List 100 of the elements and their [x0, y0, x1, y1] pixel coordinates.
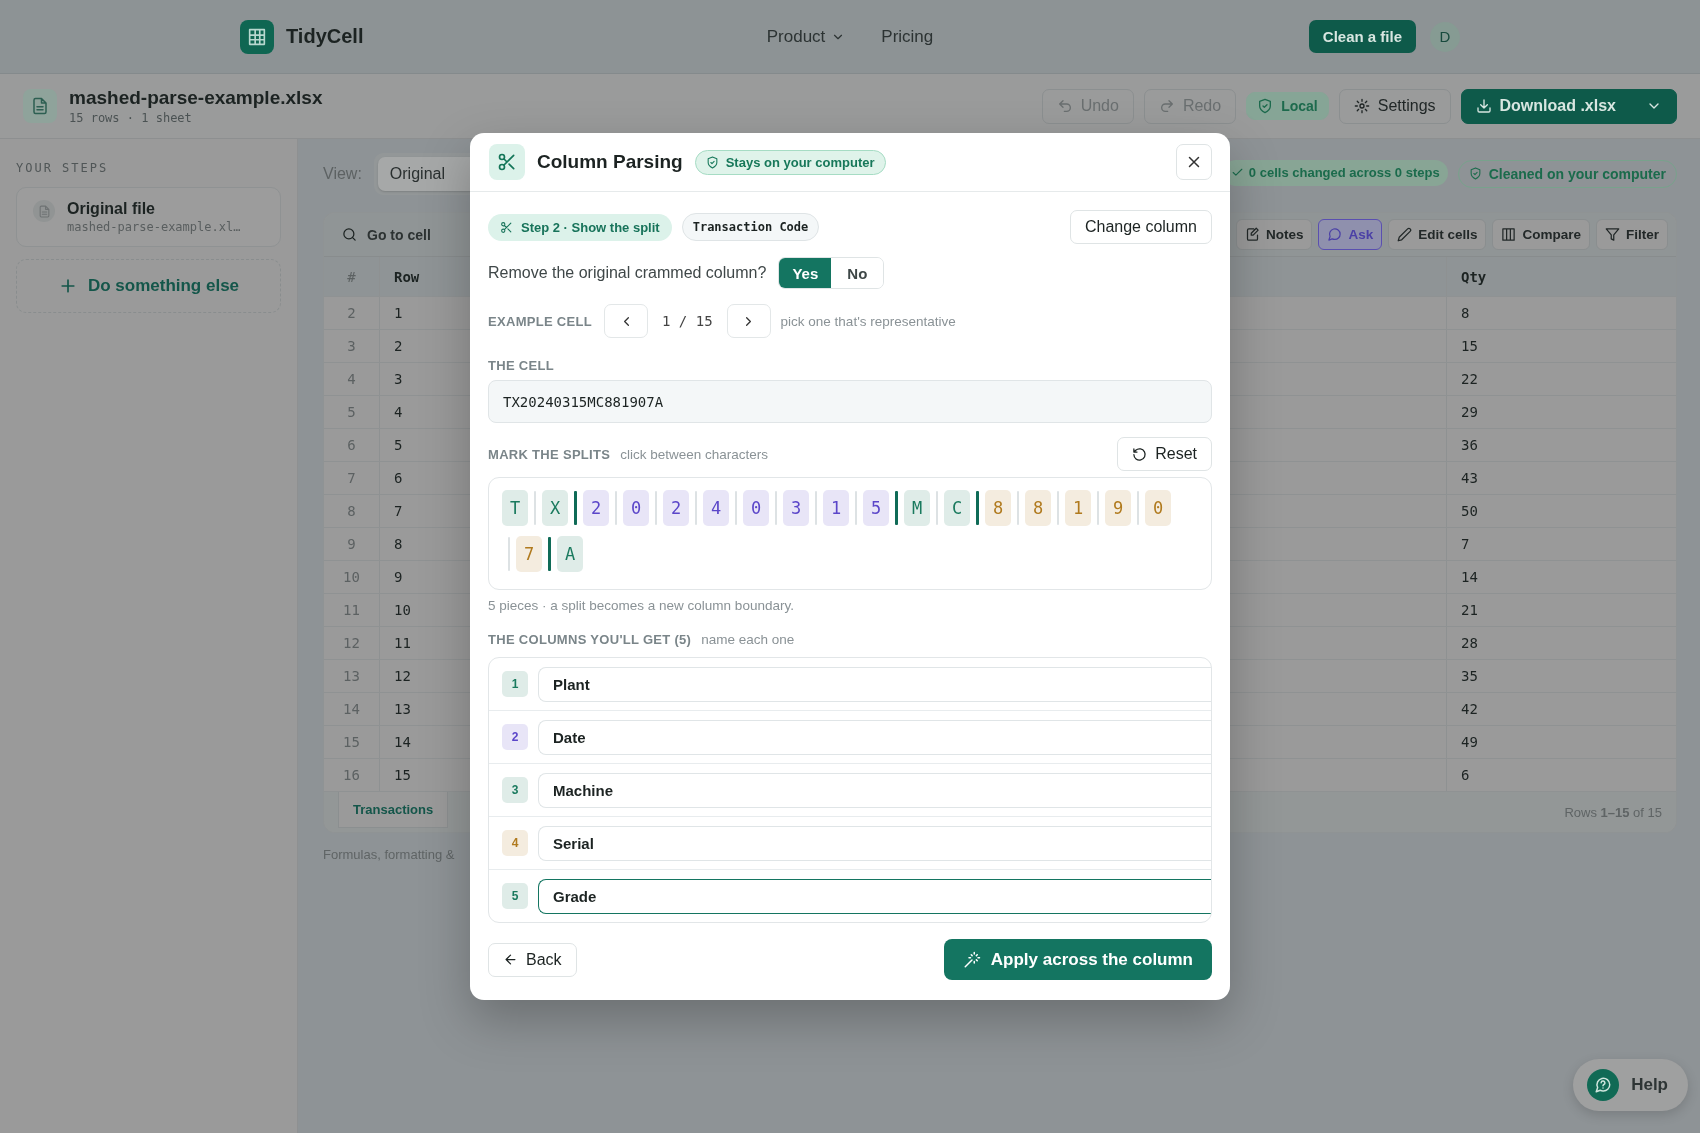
column-name-field[interactable]: Date [538, 719, 1211, 755]
step-title: Original file [67, 200, 156, 218]
table-cell: 29 [1446, 396, 1676, 428]
row-number: 6 [346, 437, 357, 453]
table-cell: 36 [1446, 429, 1676, 461]
apply-button[interactable]: Apply across the column [943, 939, 1212, 980]
character-chip: C [944, 490, 970, 526]
table-cell: 15 [1446, 330, 1676, 362]
column-number: 1 [502, 671, 528, 697]
table-cell: 35 [1446, 660, 1676, 692]
character-chip: 8 [1025, 490, 1051, 526]
character-chip: 0 [1145, 490, 1171, 526]
privacy-badge: Stays on your computer [694, 149, 886, 175]
row-number: 16 [342, 767, 361, 783]
character-chip: 4 [703, 490, 729, 526]
nav-link[interactable]: Pricing [881, 26, 934, 47]
row-number: 2 [346, 305, 357, 321]
row-number: 10 [342, 569, 361, 585]
table-cell: 28 [1446, 627, 1676, 659]
example-position: 1 / 15 [661, 313, 714, 329]
table-cell: 49 [1446, 726, 1676, 758]
table-cell: 42 [1446, 693, 1676, 725]
character-chip: 2 [583, 490, 609, 526]
splits-hint: click between characters [620, 446, 769, 462]
row-number: 9 [346, 536, 357, 552]
character-chip: 3 [783, 490, 809, 526]
row-number: 13 [342, 668, 361, 684]
columns-hint: name each one [701, 631, 795, 647]
row-number: 14 [342, 701, 361, 717]
column-header: # [346, 268, 357, 285]
filter-button[interactable]: Filter [1596, 219, 1668, 250]
character-chip: X [542, 490, 568, 526]
go-to-cell-field[interactable]: Go to cell [365, 225, 489, 244]
character-chip: 0 [623, 490, 649, 526]
notes-button[interactable]: Notes [1235, 219, 1313, 250]
table-cell: 50 [1446, 495, 1676, 527]
character-chip: A [557, 536, 583, 572]
file-name: mashed-parse-example.xlsx [69, 87, 323, 109]
column-name-field[interactable]: Grade [538, 878, 1211, 914]
nav-link[interactable]: Product [766, 26, 846, 47]
table-cell: 6 [1446, 759, 1676, 791]
column-header: Qty [1446, 257, 1676, 296]
row-number: 3 [346, 338, 357, 354]
character-chip: 9 [1105, 490, 1131, 526]
row-number: 7 [346, 470, 357, 486]
clean-file-button[interactable]: Clean a file [1308, 20, 1416, 53]
remove-question: Remove the original crammed column? [488, 264, 767, 282]
avatar[interactable]: D [1430, 21, 1460, 52]
column-number: 4 [502, 830, 528, 856]
column-name-field[interactable]: Plant [538, 666, 1211, 702]
step-chip: Step 2 · Show the split [488, 213, 672, 241]
row-number: 11 [342, 602, 361, 618]
column-number: 3 [502, 777, 528, 803]
character-chip: 1 [1065, 490, 1091, 526]
splits-label: MARK THE SPLITS [488, 446, 611, 462]
dialog-title: Column Parsing [537, 151, 683, 173]
table-cell: 22 [1446, 363, 1676, 395]
character-chip: 0 [743, 490, 769, 526]
example-hint: pick one that's representative [780, 313, 956, 329]
columns-label: THE COLUMNS YOU'LL GET (5) [488, 631, 692, 647]
column-name-field[interactable]: Machine [538, 772, 1211, 808]
step-file-name: mashed-parse-example.xl… [67, 220, 241, 234]
brand-name[interactable]: TidyCell [286, 25, 364, 48]
character-chip: 8 [985, 490, 1011, 526]
character-chip: T [502, 490, 528, 526]
cell-value-field[interactable]: TX20240315MC881907A [488, 380, 1212, 423]
sheet-tab[interactable]: Transactions [338, 792, 449, 828]
example-cell-label: EXAMPLE CELL [488, 313, 592, 329]
back-button[interactable]: Back [488, 942, 577, 977]
change-column-button[interactable]: Change column [1069, 210, 1212, 244]
column-number: 5 [502, 883, 528, 909]
table-cell: 8 [1446, 297, 1676, 329]
column-chip: Transaction Code [681, 213, 820, 241]
step-card[interactable]: Original file mashed-parse-example.xl… [16, 187, 281, 247]
edit-button[interactable]: Edit cells [1388, 219, 1487, 250]
file-meta: 15 rows · 1 sheet [69, 111, 193, 125]
character-chip: 5 [863, 490, 889, 526]
character-chip: 2 [663, 490, 689, 526]
character-chip: M [904, 490, 930, 526]
toggle-option[interactable]: Yes [779, 258, 832, 288]
character-chip: 1 [823, 490, 849, 526]
download-button[interactable]: Download .xlsx [1460, 88, 1677, 124]
compare-button[interactable]: Compare [1492, 219, 1590, 250]
sidebar-heading: YOUR STEPS [16, 161, 110, 175]
column-number: 2 [502, 724, 528, 750]
column-name-field[interactable]: Serial [538, 825, 1211, 861]
pieces-note: 5 pieces · a split becomes a new column boundary. [488, 598, 795, 613]
row-number: 5 [346, 404, 357, 420]
row-number: 15 [342, 734, 361, 750]
table-cell: 14 [1446, 561, 1676, 593]
row-number: 4 [346, 371, 357, 387]
settings-button[interactable]: Settings [1338, 88, 1451, 124]
add-step-button[interactable]: Do something else [16, 259, 281, 313]
reset-button[interactable]: Reset [1117, 437, 1212, 471]
row-number: 8 [346, 503, 357, 519]
table-cell: 43 [1446, 462, 1676, 494]
character-chip: 7 [516, 536, 542, 572]
row-number: 12 [342, 635, 361, 651]
table-cell: 21 [1446, 594, 1676, 626]
help-button[interactable]: Help [1573, 1059, 1688, 1111]
